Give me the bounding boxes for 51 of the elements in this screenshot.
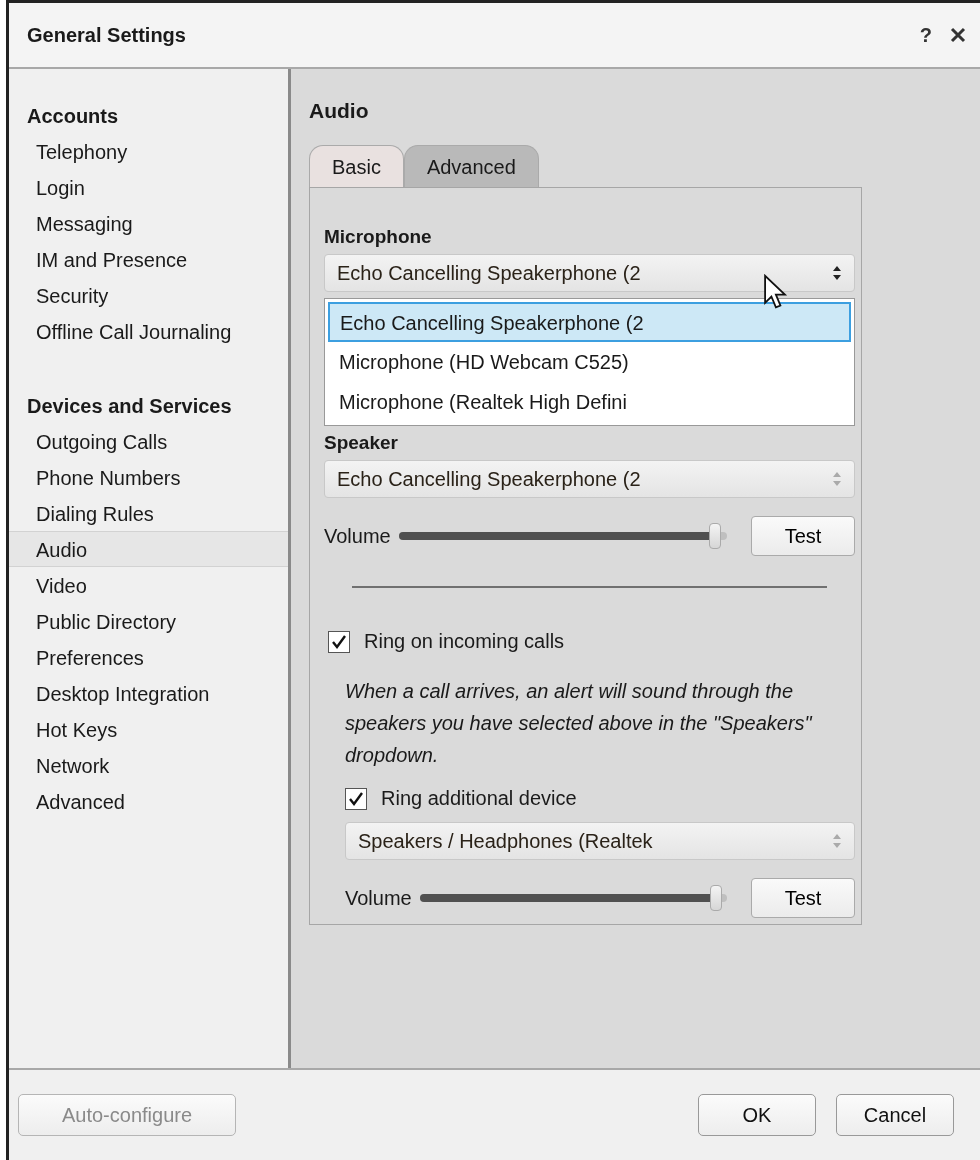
device-dropdown[interactable]: Speakers / Headphones (Realtek: [345, 822, 855, 860]
sidebar-heading: Devices and Services: [26, 394, 233, 419]
sort-arrows-icon: [832, 265, 842, 281]
window-title: General Settings: [27, 23, 187, 47]
dropdown-option[interactable]: Microphone (HD Webcam C525): [328, 342, 851, 382]
sidebar-item[interactable]: Phone Numbers: [9, 459, 288, 495]
checkbox-label: Ring on incoming calls: [364, 630, 565, 653]
sidebar-item[interactable]: Outgoing Calls: [9, 423, 288, 459]
volume-label: Volume: [345, 886, 412, 910]
checkbox[interactable]: [345, 787, 367, 810]
footer-button[interactable]: Cancel: [836, 1094, 954, 1136]
tab[interactable]: Basic: [309, 145, 404, 187]
sidebar-item[interactable]: Security: [9, 277, 288, 313]
sidebar-item[interactable]: Desktop Integration: [9, 675, 288, 711]
footer-button[interactable]: OK: [698, 1094, 816, 1136]
test-button[interactable]: Test: [751, 878, 855, 918]
microphone-dropdown[interactable]: Echo Cancelling Speakerphone (2: [324, 254, 855, 292]
volume-slider[interactable]: [398, 523, 727, 549]
sidebar-item[interactable]: Preferences: [9, 639, 288, 675]
sort-arrows-icon: [832, 471, 842, 487]
sidebar-item[interactable]: Hot Keys: [9, 711, 288, 747]
help-text: When a call arrives, an alert will sound through the speakers you have selected above in the "Speakers" dropdown.: [345, 679, 814, 768]
sidebar-heading: Accounts: [26, 104, 120, 129]
sidebar-item[interactable]: Audio: [9, 531, 288, 567]
tab[interactable]: Advanced: [403, 145, 539, 187]
page-heading: Audio: [309, 99, 370, 123]
sidebar-item[interactable]: IM and Presence: [9, 241, 288, 277]
checkbox-label: Ring additional device: [381, 787, 577, 810]
sidebar-item[interactable]: Dialing Rules: [9, 495, 288, 531]
help-button[interactable]: ?: [919, 23, 932, 47]
section-label: Speaker: [324, 432, 399, 454]
dropdown-option[interactable]: Echo Cancelling Speakerphone (2: [328, 302, 851, 342]
sidebar-item[interactable]: Telephony: [9, 133, 288, 169]
close-icon[interactable]: [950, 27, 966, 43]
dropdown-option[interactable]: Microphone (Realtek High Defini: [328, 382, 851, 422]
sidebar-item[interactable]: Advanced: [9, 783, 288, 819]
sidebar-item[interactable]: Login: [9, 169, 288, 205]
volume-slider[interactable]: [419, 885, 727, 911]
sidebar-item[interactable]: Messaging: [9, 205, 288, 241]
section-label: Microphone: [324, 226, 433, 248]
sidebar-item[interactable]: Offline Call Journaling: [9, 313, 288, 349]
speaker-dropdown[interactable]: Echo Cancelling Speakerphone (2: [324, 460, 855, 498]
volume-label: Volume: [324, 524, 391, 548]
sidebar-item[interactable]: Network: [9, 747, 288, 783]
checkbox[interactable]: [328, 630, 350, 653]
sidebar-item[interactable]: Public Directory: [9, 603, 288, 639]
sort-arrows-icon: [832, 833, 842, 849]
sidebar-item[interactable]: Video: [9, 567, 288, 603]
slider-thumb[interactable]: [709, 885, 722, 911]
slider-thumb[interactable]: [709, 523, 722, 549]
test-button[interactable]: Test: [751, 516, 855, 556]
